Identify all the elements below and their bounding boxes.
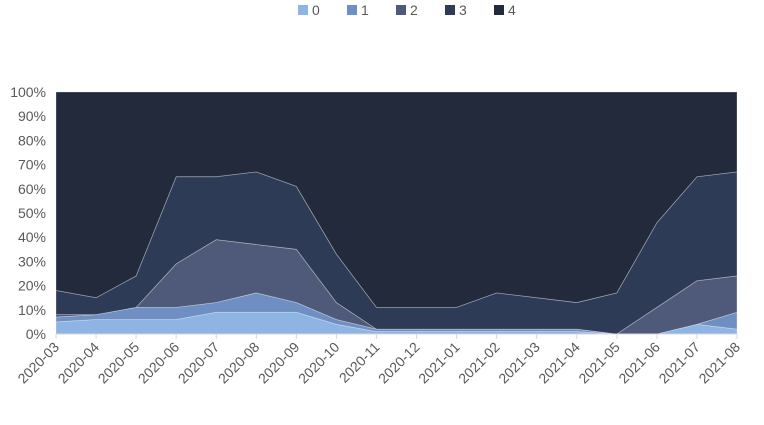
- y-axis: 0% 10% 20% 30% 40% 50% 60% 70% 80% 90% 100%: [10, 84, 46, 342]
- chart: 01234 0% 10% 20% 30% 40% 50% 60% 70% 80% 90% 100% …: [0, 0, 764, 425]
- y-tick-label: 80%: [18, 132, 46, 148]
- legend-swatch-3: [445, 5, 455, 15]
- x-tick-label: 2020-03: [14, 339, 62, 387]
- x-tick-label: 2020-07: [175, 339, 223, 387]
- legend-label-2: 2: [410, 2, 418, 18]
- legend-label-0: 0: [312, 2, 320, 18]
- legend-label-4: 4: [508, 2, 516, 18]
- x-tick-label: 2020-12: [375, 339, 423, 387]
- legend-swatch-4: [494, 5, 504, 15]
- x-tick-label: 2020-08: [215, 339, 263, 387]
- legend-swatch-2: [396, 5, 406, 15]
- x-tick-label: 2021-01: [415, 339, 463, 387]
- x-tick-label: 2020-06: [135, 339, 183, 387]
- x-tick-label: 2021-08: [695, 339, 743, 387]
- y-tick-label: 50%: [18, 205, 46, 221]
- legend-swatch-0: [298, 5, 308, 15]
- x-tick-label: 2021-06: [615, 339, 663, 387]
- x-tick-label: 2021-04: [535, 339, 583, 387]
- y-tick-label: 20%: [18, 278, 46, 294]
- x-tick-label: 2021-02: [455, 339, 503, 387]
- x-tick-label: 2020-05: [95, 339, 143, 387]
- x-tick-label: 2020-04: [55, 339, 103, 387]
- plot-area: [55, 91, 738, 335]
- legend-label-3: 3: [459, 2, 467, 18]
- y-tick-label: 60%: [18, 181, 46, 197]
- legend-label-1: 1: [361, 2, 369, 18]
- legend-swatch-1: [347, 5, 357, 15]
- x-tick-label: 2021-05: [575, 339, 623, 387]
- y-tick-label: 0%: [26, 326, 46, 342]
- x-tick-label: 2020-09: [255, 339, 303, 387]
- y-tick-label: 70%: [18, 157, 46, 173]
- y-tick-label: 100%: [10, 84, 46, 100]
- x-axis: 2020-032020-042020-052020-062020-072020-…: [14, 333, 743, 387]
- stacked-area-chart: 01234 0%10%20%30%40%50%60%70%80%90%100% …: [10, 2, 743, 387]
- x-tick-label: 2020-11: [336, 339, 383, 386]
- x-tick-label: 2020-10: [295, 339, 343, 387]
- y-tick-label: 10%: [18, 302, 46, 318]
- y-tick-label: 90%: [18, 108, 46, 124]
- legend: 0 1 2 3 4: [298, 2, 516, 18]
- y-tick-label: 30%: [18, 253, 46, 269]
- x-tick-label: 2021-03: [495, 339, 543, 387]
- y-tick-label: 40%: [18, 229, 46, 245]
- x-tick-label: 2021-07: [655, 339, 703, 387]
